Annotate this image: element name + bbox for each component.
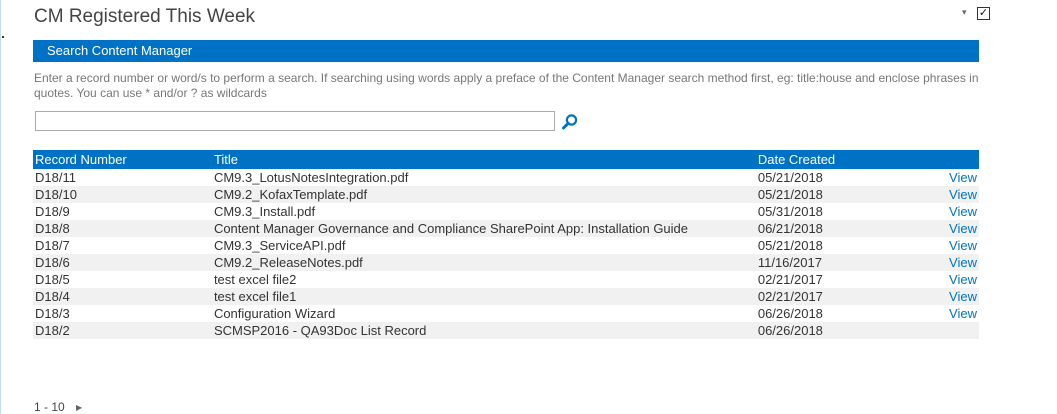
cell-date-created: 05/21/2018 [757, 238, 823, 253]
table-row: D18/3 Configuration Wizard 06/26/2018 Vi… [33, 305, 979, 322]
cell-record-number: D18/4 [33, 288, 214, 305]
table-row: D18/4 test excel file1 02/21/2017 View [33, 288, 979, 305]
cell-title: test excel file2 [213, 272, 297, 287]
page-left-border [0, 0, 1, 414]
webpart-select-checkbox[interactable]: ✓ [977, 7, 990, 20]
search-button[interactable] [560, 112, 580, 132]
cell-title: Content Manager Governance and Complianc… [213, 220, 756, 237]
next-page-arrow-icon[interactable]: ▶ [76, 403, 82, 412]
webpart-container: CM Registered This Week ▾ ✓ Search Conte… [0, 0, 1057, 414]
view-link[interactable]: View [949, 272, 977, 287]
view-link[interactable]: View [949, 255, 977, 270]
column-header-date-created[interactable]: Date Created [755, 150, 938, 169]
cell-date-created: 06/26/2018 [755, 322, 938, 339]
webpart-title: CM Registered This Week [34, 6, 256, 27]
cell-record-number: D18/7 [35, 238, 70, 253]
search-input[interactable] [35, 111, 555, 131]
results-table: Record Number Title Date Created D18/11 … [33, 150, 979, 339]
table-row: D18/8 Content Manager Governance and Com… [33, 220, 979, 237]
magnifier-icon [562, 114, 578, 130]
cell-title: CM9.3_LotusNotesIntegration.pdf [213, 170, 409, 185]
cell-date-created: 05/21/2018 [757, 170, 823, 185]
view-link[interactable]: View [949, 170, 977, 185]
cell-record-number: D18/5 [35, 272, 70, 287]
cell-title: CM9.3_ServiceAPI.pdf [213, 238, 346, 253]
view-link[interactable]: View [949, 289, 977, 304]
table-header-row: Record Number Title Date Created [33, 150, 979, 169]
view-link[interactable]: View [949, 204, 977, 219]
cell-record-number: D18/3 [35, 306, 70, 321]
cell-date-created: 11/16/2017 [755, 254, 938, 271]
cell-date-created: 02/21/2017 [757, 272, 823, 287]
pagination: 1 - 10 ▶ [34, 400, 82, 414]
table-row: D18/9 CM9.3_Install.pdf 05/31/2018 View [33, 203, 979, 220]
page-edge-marker [2, 36, 4, 38]
cell-date-created: 06/21/2018 [755, 220, 938, 237]
column-header-record-number[interactable]: Record Number [33, 150, 214, 169]
cell-title: CM9.2_ReleaseNotes.pdf [213, 254, 756, 271]
view-link[interactable]: View [949, 306, 977, 321]
view-link[interactable]: View [949, 221, 977, 236]
cell-record-number: D18/9 [35, 204, 70, 219]
table-row: D18/7 CM9.3_ServiceAPI.pdf 05/21/2018 Vi… [33, 237, 979, 254]
cell-title: SCMSP2016 - QA93Doc List Record [213, 322, 756, 339]
column-header-title[interactable]: Title [213, 150, 756, 169]
table-row: D18/11 CM9.3_LotusNotesIntegration.pdf 0… [33, 169, 979, 186]
cell-title: CM9.3_Install.pdf [213, 204, 316, 219]
pagination-range: 1 - 10 [34, 400, 65, 414]
view-link[interactable]: View [949, 238, 977, 253]
view-link[interactable]: View [949, 187, 977, 202]
search-instructions: Enter a record number or word/s to perfo… [34, 71, 979, 100]
cell-date-created: 02/21/2017 [755, 288, 938, 305]
table-row: D18/6 CM9.2_ReleaseNotes.pdf 11/16/2017 … [33, 254, 979, 271]
cell-date-created: 05/21/2018 [755, 186, 938, 203]
cell-date-created: 05/31/2018 [757, 204, 823, 219]
cell-record-number: D18/8 [33, 220, 214, 237]
cell-title: test excel file1 [213, 288, 756, 305]
column-header-action [937, 150, 979, 169]
cell-title: Configuration Wizard [213, 306, 336, 321]
cell-record-number: D18/6 [33, 254, 214, 271]
dropdown-arrow-icon[interactable]: ▾ [962, 7, 967, 18]
cell-record-number: D18/2 [33, 322, 214, 339]
table-row: D18/2 SCMSP2016 - QA93Doc List Record 06… [33, 322, 979, 339]
cell-record-number: D18/11 [35, 170, 76, 185]
cell-title: CM9.2_KofaxTemplate.pdf [213, 186, 756, 203]
table-row: D18/5 test excel file2 02/21/2017 View [33, 271, 979, 288]
cell-date-created: 06/26/2018 [757, 306, 823, 321]
table-row: D18/10 CM9.2_KofaxTemplate.pdf 05/21/201… [33, 186, 979, 203]
search-section-header: Search Content Manager [33, 40, 979, 62]
cell-record-number: D18/10 [33, 186, 214, 203]
